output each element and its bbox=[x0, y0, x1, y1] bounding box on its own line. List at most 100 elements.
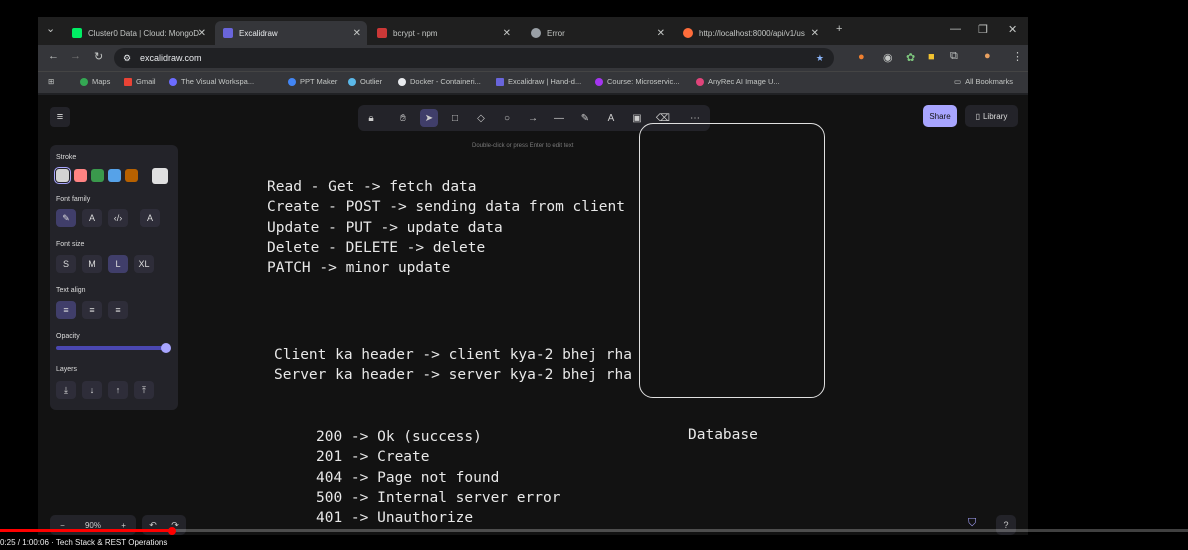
image-tool-icon[interactable]: ▣ bbox=[628, 109, 646, 127]
extension-icon[interactable]: ✿ bbox=[906, 51, 915, 64]
tab-excalidraw[interactable]: Excalidraw ✕ bbox=[215, 21, 367, 45]
tab-error[interactable]: Error ✕ bbox=[523, 21, 671, 45]
edit-hint: Double-click or press Enter to edit text bbox=[472, 143, 574, 149]
code-font-icon[interactable]: ‹/› bbox=[108, 209, 128, 227]
close-tab-icon[interactable]: ✕ bbox=[657, 28, 665, 39]
new-tab-icon[interactable]: + bbox=[836, 23, 842, 35]
progress-thumb[interactable] bbox=[168, 527, 176, 535]
bookmark-visual[interactable]: The Visual Workspa... bbox=[169, 77, 254, 86]
stroke-color-swatch[interactable] bbox=[91, 169, 104, 182]
text-align-label: Text align bbox=[56, 287, 86, 294]
globe-icon bbox=[531, 28, 541, 38]
tab-localhost[interactable]: http://localhost:8000/api/v1/us ✕ bbox=[675, 21, 825, 45]
restore-icon[interactable]: ❐ bbox=[978, 23, 988, 36]
close-tab-icon[interactable]: ✕ bbox=[503, 28, 511, 39]
minimize-icon[interactable]: — bbox=[950, 23, 961, 35]
hamburger-menu-icon[interactable]: ≡ bbox=[50, 107, 70, 127]
extension-icon[interactable]: ◉ bbox=[883, 51, 893, 64]
extension-icon[interactable]: ● bbox=[858, 51, 865, 63]
normal-font-icon[interactable]: A bbox=[82, 209, 102, 227]
line-tool-icon[interactable]: — bbox=[550, 109, 568, 127]
close-tab-icon[interactable]: ✕ bbox=[811, 28, 819, 39]
apps-icon[interactable]: ⊞ bbox=[48, 77, 54, 86]
hand-drawn-font-icon[interactable]: ✎ bbox=[56, 209, 76, 227]
hand-tool-icon[interactable]: ✋︎ bbox=[394, 109, 412, 127]
bookmark-outlier[interactable]: Outlier bbox=[348, 77, 382, 86]
tab-label: Excalidraw bbox=[239, 28, 278, 38]
library-label: Library bbox=[982, 111, 1008, 121]
screen: ⌄ Cluster0 Data | Cloud: MongoD ✕ Excalid… bbox=[0, 0, 1188, 550]
lock-icon[interactable]: 🔒︎ bbox=[362, 109, 380, 127]
extension-icon[interactable]: ■ bbox=[928, 51, 935, 63]
bookmark-course[interactable]: Course: Microservic... bbox=[595, 77, 680, 86]
align-center-icon[interactable]: ≡ bbox=[82, 301, 102, 319]
stroke-color-swatch[interactable] bbox=[108, 169, 121, 182]
bring-forward-icon[interactable]: ↑ bbox=[108, 381, 128, 399]
mongodb-favicon-icon bbox=[72, 28, 82, 38]
bookmark-docker[interactable]: Docker - Containeri... bbox=[398, 77, 481, 86]
tab-label: bcrypt - npm bbox=[393, 28, 438, 38]
site-info-icon[interactable]: ⚙ bbox=[123, 53, 131, 64]
bookmark-ppt[interactable]: PPT Maker bbox=[288, 77, 337, 86]
status-codes-text[interactable]: 200 -> Ok (success) 201 -> Create 404 -> P… bbox=[316, 427, 560, 528]
close-window-icon[interactable]: ✕ bbox=[1008, 23, 1017, 36]
headers-text[interactable]: Client ka header -> client kya-2 bhej rh… bbox=[274, 345, 632, 386]
rectangle-tool-icon[interactable]: □ bbox=[446, 109, 464, 127]
selection-tool-icon[interactable]: ➤ bbox=[420, 109, 438, 127]
library-button[interactable]: ▯ Library bbox=[965, 105, 1018, 127]
back-icon[interactable]: ← bbox=[48, 50, 59, 62]
database-label[interactable]: Database bbox=[688, 425, 758, 445]
send-backward-icon[interactable]: ↓ bbox=[82, 381, 102, 399]
opacity-slider-thumb[interactable] bbox=[161, 343, 171, 353]
bring-to-front-icon[interactable]: ⤒ bbox=[134, 381, 154, 399]
arrow-tool-icon[interactable]: → bbox=[524, 109, 542, 127]
text-tool-icon[interactable]: A bbox=[602, 109, 620, 127]
font-size-l[interactable]: L bbox=[108, 255, 128, 273]
browser-toolbar: ← → ↻ ⚙ excalidraw.com ★ ● ◉ ✿ ■ ⧉ ● ⋮ bbox=[38, 45, 1028, 71]
address-bar[interactable]: ⚙ excalidraw.com ★ bbox=[114, 48, 834, 68]
opacity-slider[interactable] bbox=[56, 346, 166, 350]
stroke-color-swatch[interactable] bbox=[125, 169, 138, 182]
extensions-puzzle-icon[interactable]: ⧉ bbox=[950, 50, 958, 63]
profile-avatar[interactable]: ● bbox=[984, 50, 991, 62]
font-size-s[interactable]: S bbox=[56, 255, 76, 273]
stroke-color-swatch[interactable] bbox=[74, 169, 87, 182]
progress-fill bbox=[0, 529, 168, 532]
bookmark-label: AnyRec AI Image U... bbox=[708, 77, 780, 86]
bookmark-label: Maps bbox=[92, 77, 111, 86]
bookmark-gmail[interactable]: Gmail bbox=[124, 77, 156, 86]
bookmark-maps[interactable]: Maps bbox=[80, 77, 110, 86]
font-size-m[interactable]: M bbox=[82, 255, 102, 273]
bookmark-star-icon[interactable]: ★ bbox=[816, 53, 824, 64]
tab-bcrypt[interactable]: bcrypt - npm ✕ bbox=[369, 21, 517, 45]
diamond-tool-icon[interactable]: ◇ bbox=[472, 109, 490, 127]
crud-text[interactable]: Read - Get -> fetch data Create - POST ->… bbox=[267, 177, 625, 278]
align-left-icon[interactable]: ≡ bbox=[56, 301, 76, 319]
text-line: Server ka header -> server kya-2 bhej rh… bbox=[274, 367, 632, 384]
font-family-label: Font family bbox=[56, 196, 91, 203]
forward-icon[interactable]: → bbox=[70, 50, 81, 62]
close-tab-icon[interactable]: ✕ bbox=[198, 28, 206, 39]
send-to-back-icon[interactable]: ⤓ bbox=[56, 381, 76, 399]
close-tab-icon[interactable]: ✕ bbox=[353, 28, 361, 39]
draw-tool-icon[interactable]: ✎ bbox=[576, 109, 594, 127]
reload-icon[interactable]: ↻ bbox=[94, 50, 103, 63]
tab-search-icon[interactable]: ⌄ bbox=[46, 22, 55, 35]
ellipse-tool-icon[interactable]: ○ bbox=[498, 109, 516, 127]
font-picker-icon[interactable]: A bbox=[140, 209, 160, 227]
excalidraw-canvas[interactable]: ≡ 🔒︎ ✋︎ ➤ □ ◇ ○ → — ✎ A ▣ ⌫ ⋯ Double-cli… bbox=[38, 95, 1028, 535]
menu-icon[interactable]: ⋮ bbox=[1012, 50, 1023, 63]
share-button[interactable]: Share bbox=[923, 105, 957, 127]
bookmark-label: Gmail bbox=[136, 77, 156, 86]
progress-bar[interactable] bbox=[0, 529, 1188, 532]
database-rectangle[interactable] bbox=[639, 123, 825, 398]
all-bookmarks[interactable]: ▭ All Bookmarks bbox=[954, 77, 1013, 86]
bookmark-anyrec[interactable]: AnyRec AI Image U... bbox=[696, 77, 780, 86]
tab-mongodb[interactable]: Cluster0 Data | Cloud: MongoD ✕ bbox=[64, 21, 212, 45]
current-color-swatch[interactable] bbox=[152, 168, 168, 184]
align-right-icon[interactable]: ≡ bbox=[108, 301, 128, 319]
stroke-color-swatch[interactable] bbox=[54, 167, 71, 184]
bookmark-excalidraw[interactable]: Excalidraw | Hand-d... bbox=[496, 77, 581, 86]
tab-strip: ⌄ Cluster0 Data | Cloud: MongoD ✕ Excalid… bbox=[38, 17, 1028, 45]
font-size-xl[interactable]: XL bbox=[134, 255, 154, 273]
